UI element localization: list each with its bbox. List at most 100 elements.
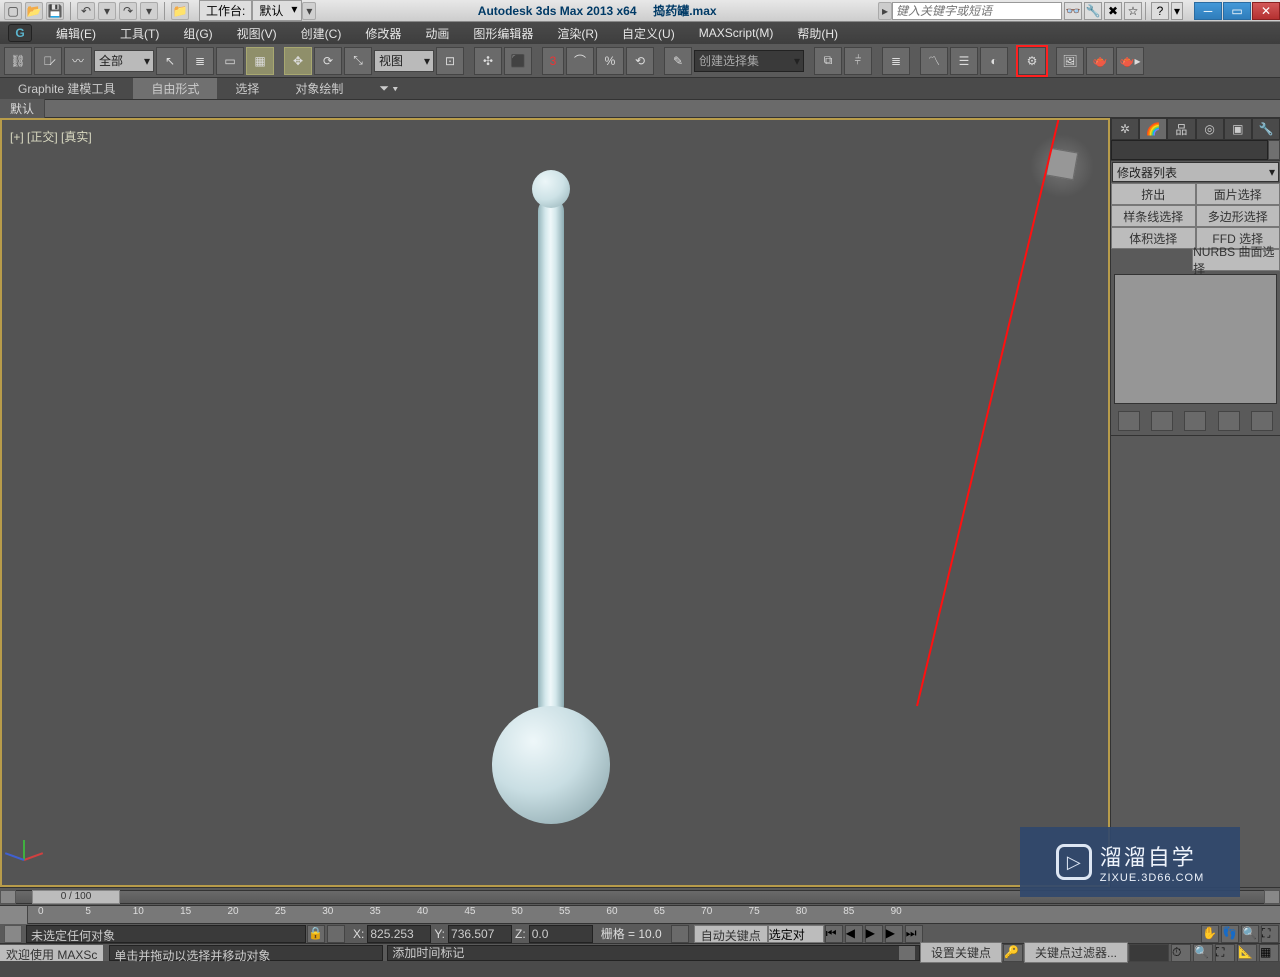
- time-config-icon[interactable]: ⏱: [1171, 944, 1191, 962]
- menu-view[interactable]: 视图(V): [225, 23, 289, 44]
- configure-sets-icon[interactable]: [1251, 411, 1273, 431]
- infocenter-toggle-icon[interactable]: ▸: [878, 2, 892, 20]
- menu-create[interactable]: 创建(C): [289, 23, 354, 44]
- selection-filter-dropdown[interactable]: 全部: [94, 50, 154, 72]
- redo-icon[interactable]: ↷: [119, 2, 137, 20]
- align-icon[interactable]: ⫩: [844, 47, 872, 75]
- rendered-frame-icon[interactable]: 🖼: [1056, 47, 1084, 75]
- play-icon[interactable]: ▶: [865, 925, 883, 943]
- object-name-input[interactable]: [1111, 140, 1268, 160]
- cmd-tab-modify-icon[interactable]: 🌈: [1139, 118, 1167, 140]
- time-tag-toggle-icon[interactable]: [899, 946, 915, 960]
- time-tag-input[interactable]: 添加时间标记: [387, 945, 920, 961]
- use-pivot-center-icon[interactable]: ⊡: [436, 47, 464, 75]
- ribbon-tab-objectpaint[interactable]: 对象绘制: [277, 78, 361, 99]
- modifier-stack[interactable]: [1114, 274, 1277, 404]
- exchange-icon[interactable]: ✖: [1104, 2, 1122, 20]
- menu-group[interactable]: 组(G): [171, 23, 224, 44]
- nav-zoomext-icon[interactable]: 🔍: [1193, 944, 1213, 962]
- modifier-list-dropdown[interactable]: 修改器列表: [1112, 162, 1279, 182]
- timeslider-prev-icon[interactable]: [0, 890, 16, 904]
- setkey-key-icon[interactable]: 🔑: [1003, 944, 1023, 962]
- menu-edit[interactable]: 编辑(E): [44, 23, 108, 44]
- select-object-icon[interactable]: ↖: [156, 47, 184, 75]
- spinner-snap-icon[interactable]: ⟲: [626, 47, 654, 75]
- mirror-icon[interactable]: ⧉: [814, 47, 842, 75]
- ribbon-tab-selection[interactable]: 选择: [217, 78, 277, 99]
- keyfilters-button[interactable]: 关键点过滤器...: [1024, 942, 1128, 963]
- edit-named-sel-icon[interactable]: ✎: [664, 47, 692, 75]
- nav-walk-icon[interactable]: 👣: [1221, 925, 1239, 943]
- ribbon-tab-graphite[interactable]: Graphite 建模工具: [0, 78, 133, 99]
- remove-modifier-icon[interactable]: [1218, 411, 1240, 431]
- ribbon-tab-freeform[interactable]: 自由形式: [133, 78, 217, 99]
- favorite-icon[interactable]: ☆: [1124, 2, 1142, 20]
- maxscript-listener-icon[interactable]: [4, 925, 22, 943]
- minimize-button[interactable]: ─: [1194, 2, 1222, 20]
- modifier-btn-faceselect[interactable]: 面片选择: [1196, 183, 1280, 205]
- workspace-dropdown[interactable]: 默认: [252, 0, 302, 21]
- cmd-tab-display-icon[interactable]: ▣: [1224, 118, 1252, 140]
- nav-zoomextall-icon[interactable]: ⛶: [1215, 944, 1235, 962]
- menu-help[interactable]: 帮助(H): [785, 23, 850, 44]
- menu-grapheditors[interactable]: 图形编辑器: [461, 23, 545, 44]
- coord-y-input[interactable]: [448, 925, 512, 943]
- keyboard-shortcut-icon[interactable]: ⬛: [504, 47, 532, 75]
- play-goto-end-icon[interactable]: ⏭: [905, 925, 923, 943]
- undo-icon[interactable]: ↶: [77, 2, 95, 20]
- selection-lock-icon[interactable]: 🔒: [307, 925, 325, 943]
- percent-snap-icon[interactable]: %: [596, 47, 624, 75]
- subscribe-icon[interactable]: 🔧: [1084, 2, 1102, 20]
- select-by-name-icon[interactable]: ≣: [186, 47, 214, 75]
- search-input[interactable]: [892, 2, 1062, 20]
- modifier-btn-polyselect[interactable]: 多边形选择: [1196, 205, 1280, 227]
- viewcube-icon[interactable]: [1030, 134, 1094, 198]
- select-rotate-icon[interactable]: ⟳: [314, 47, 342, 75]
- cmd-tab-motion-icon[interactable]: ◎: [1196, 118, 1224, 140]
- object-color-button[interactable]: [1268, 140, 1280, 160]
- cmd-tab-utilities-icon[interactable]: 🔧: [1252, 118, 1280, 140]
- cmd-tab-create-icon[interactable]: ✲: [1111, 118, 1139, 140]
- coord-x-input[interactable]: [367, 925, 431, 943]
- curve-editor-icon[interactable]: 〽: [920, 47, 948, 75]
- app-menu-icon[interactable]: G: [8, 24, 32, 42]
- window-crossing-icon[interactable]: ▦: [246, 47, 274, 75]
- search-btn-icon[interactable]: 👓: [1064, 2, 1082, 20]
- project-icon[interactable]: 📁: [171, 2, 189, 20]
- play-next-icon[interactable]: ▶: [885, 925, 903, 943]
- scene-object-pestle[interactable]: [492, 170, 610, 824]
- trackbar-open-icon[interactable]: [0, 906, 28, 924]
- viewport[interactable]: [+] [正交] [真实]: [0, 118, 1110, 887]
- close-button[interactable]: ✕: [1252, 2, 1280, 20]
- show-end-result-icon[interactable]: [1151, 411, 1173, 431]
- save-icon[interactable]: 💾: [46, 2, 64, 20]
- viewport-label[interactable]: [+] [正交] [真实]: [10, 128, 92, 145]
- menu-rendering[interactable]: 渲染(R): [545, 23, 610, 44]
- setkey-button[interactable]: 设置关键点: [920, 942, 1002, 963]
- help-dd-icon[interactable]: ▾: [1171, 2, 1183, 20]
- keymode-dropdown[interactable]: 选定对: [768, 925, 824, 943]
- menu-tools[interactable]: 工具(T): [108, 23, 171, 44]
- modifier-btn-volselect[interactable]: 体积选择: [1111, 227, 1196, 249]
- snap-toggle-icon[interactable]: 3: [542, 47, 564, 75]
- redo-dd-icon[interactable]: ▾: [140, 2, 158, 20]
- modifier-btn-splineselect[interactable]: 样条线选择: [1111, 205, 1196, 227]
- isolate-toggle-icon[interactable]: [327, 925, 345, 943]
- new-icon[interactable]: ▢: [4, 2, 22, 20]
- undo-dd-icon[interactable]: ▾: [98, 2, 116, 20]
- menu-modifiers[interactable]: 修改器: [353, 23, 413, 44]
- timeslider-handle[interactable]: 0 / 100: [32, 890, 120, 904]
- open-icon[interactable]: 📂: [25, 2, 43, 20]
- bind-spacewarp-icon[interactable]: 〰: [64, 47, 92, 75]
- modifier-btn-extrude[interactable]: 挤出: [1111, 183, 1196, 205]
- nav-maxtoggle-icon[interactable]: ▦: [1259, 944, 1279, 962]
- named-selset-dropdown[interactable]: 创建选择集: [694, 50, 804, 72]
- pin-stack-icon[interactable]: [1118, 411, 1140, 431]
- workspace-more-icon[interactable]: ▾: [302, 2, 316, 20]
- ribbon-panel-default[interactable]: 默认: [0, 99, 45, 118]
- play-prev-icon[interactable]: ◀: [845, 925, 863, 943]
- nav-fov-icon[interactable]: 📐: [1237, 944, 1257, 962]
- play-goto-start-icon[interactable]: ⏮: [825, 925, 843, 943]
- coord-z-input[interactable]: [529, 925, 593, 943]
- schematic-view-icon[interactable]: ☰: [950, 47, 978, 75]
